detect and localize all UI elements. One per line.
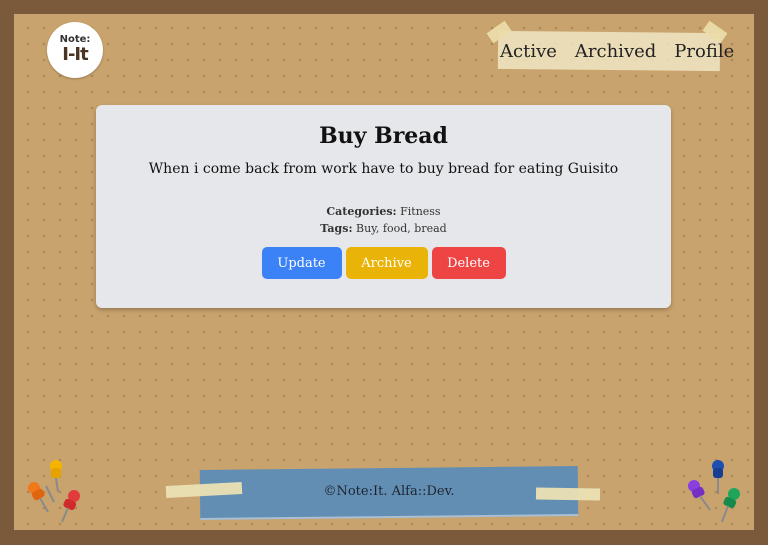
note-meta: Categories: Fitness Tags: Buy, food, bre…	[96, 205, 671, 235]
note-actions: Update Archive Delete	[96, 247, 671, 279]
categories-value: Fitness	[400, 205, 441, 218]
pushpins-left-icon	[28, 460, 80, 523]
archive-button[interactable]: Archive	[345, 247, 428, 279]
note-categories: Categories: Fitness	[96, 205, 671, 218]
note-tags: Tags: Buy, food, bread	[96, 222, 671, 235]
nav-archived[interactable]: Archived	[575, 41, 656, 62]
note-card: Buy Bread When i come back from work hav…	[96, 105, 671, 308]
tags-value: Buy, food, bread	[356, 222, 447, 235]
app-logo[interactable]: Note: I-It	[47, 22, 103, 78]
main-nav: Active Archived Profile	[500, 36, 734, 66]
logo-top-text: Note:	[59, 33, 91, 45]
delete-button[interactable]: Delete	[431, 247, 506, 279]
note-description: When i come back from work have to buy b…	[148, 161, 619, 177]
pushpins-right-icon	[688, 460, 740, 523]
corkboard: Note: I-It Active Archived Profile Buy B…	[14, 14, 754, 530]
tags-label: Tags:	[320, 222, 353, 235]
logo-bottom-text: I-It	[62, 43, 89, 65]
nav-active[interactable]: Active	[500, 41, 557, 62]
nav-profile[interactable]: Profile	[674, 41, 734, 62]
footer-copyright: ©Note:It. Alfa::Dev.	[323, 484, 455, 499]
update-button[interactable]: Update	[261, 247, 342, 279]
note-title: Buy Bread	[319, 123, 448, 149]
categories-label: Categories:	[326, 205, 397, 218]
